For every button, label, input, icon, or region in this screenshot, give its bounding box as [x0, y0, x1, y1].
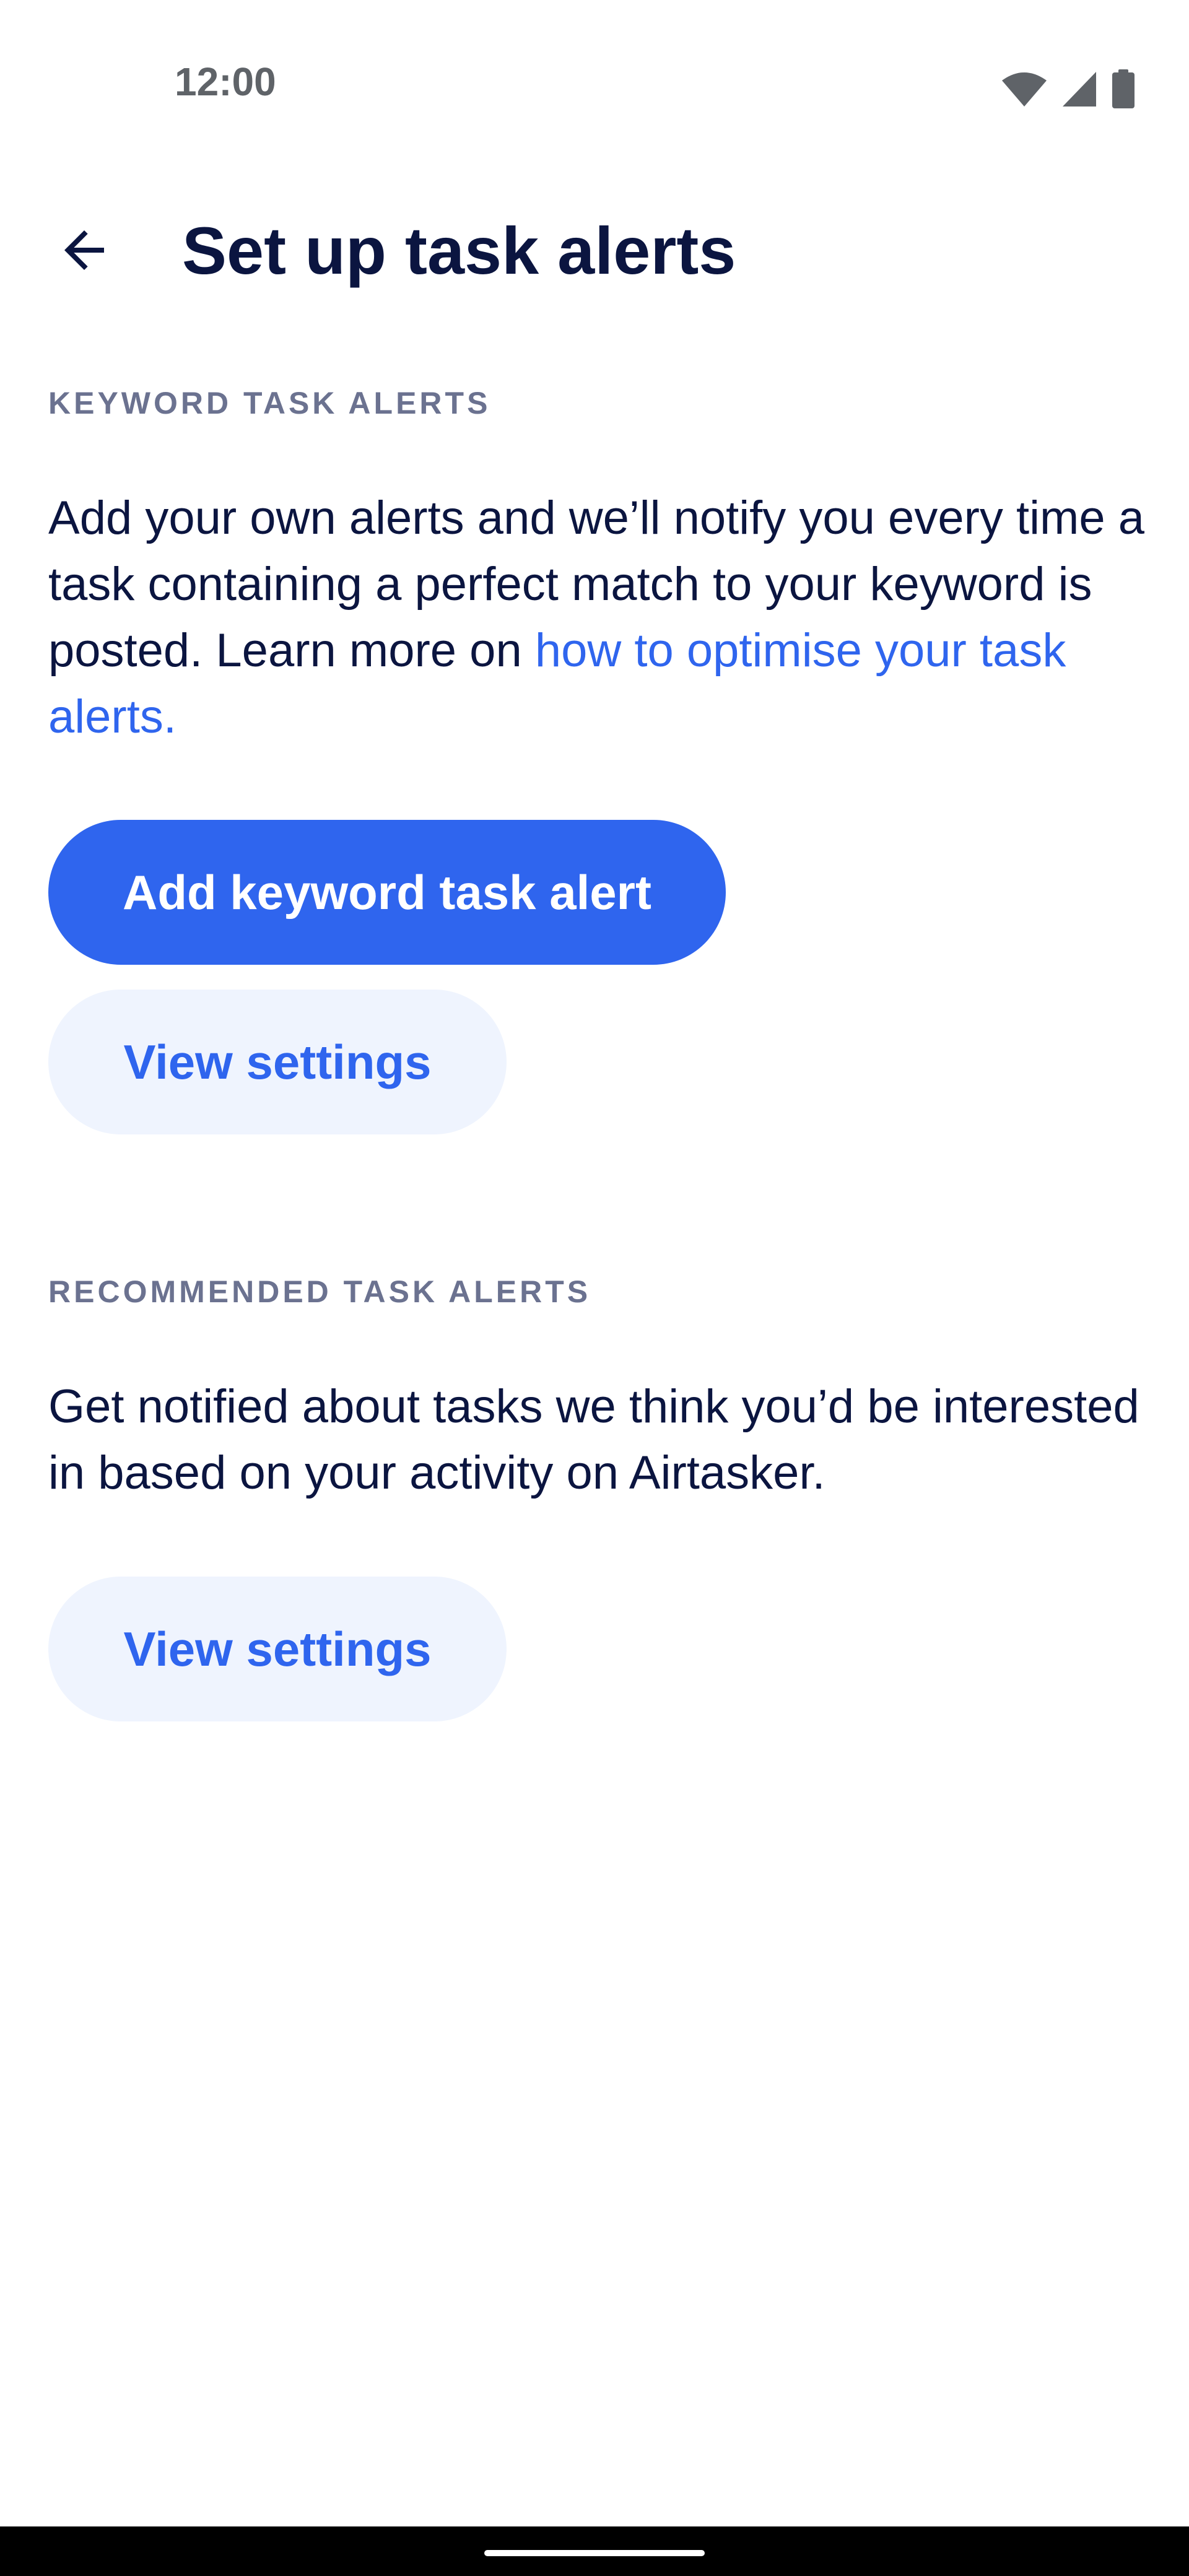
system-nav-bar: [0, 2526, 1189, 2576]
home-indicator[interactable]: [484, 2550, 705, 2556]
status-icons: [1001, 69, 1136, 109]
recommended-description: Get notified about tasks we think you’d …: [48, 1380, 1139, 1499]
add-keyword-alert-button[interactable]: Add keyword task alert: [48, 820, 726, 965]
recommended-section-label: RECOMMENDED TASK ALERTS: [48, 1274, 591, 1309]
arrow-back-icon: [54, 220, 114, 283]
app-bar: Set up task alerts: [0, 198, 1189, 303]
wifi-icon: [1001, 71, 1048, 108]
page-title: Set up task alerts: [182, 213, 736, 288]
keyword-section-label: KEYWORD TASK ALERTS: [48, 386, 491, 420]
status-bar: 12:00: [0, 0, 1189, 180]
keyword-description: Add your own alerts and we’ll notify you…: [48, 485, 1151, 750]
keyword-view-settings-button[interactable]: View settings: [48, 990, 507, 1134]
battery-icon: [1111, 69, 1136, 109]
recommended-view-settings-button[interactable]: View settings: [48, 1577, 507, 1721]
cellular-signal-icon: [1061, 71, 1097, 108]
back-button[interactable]: [41, 208, 128, 295]
status-time: 12:00: [175, 59, 276, 104]
